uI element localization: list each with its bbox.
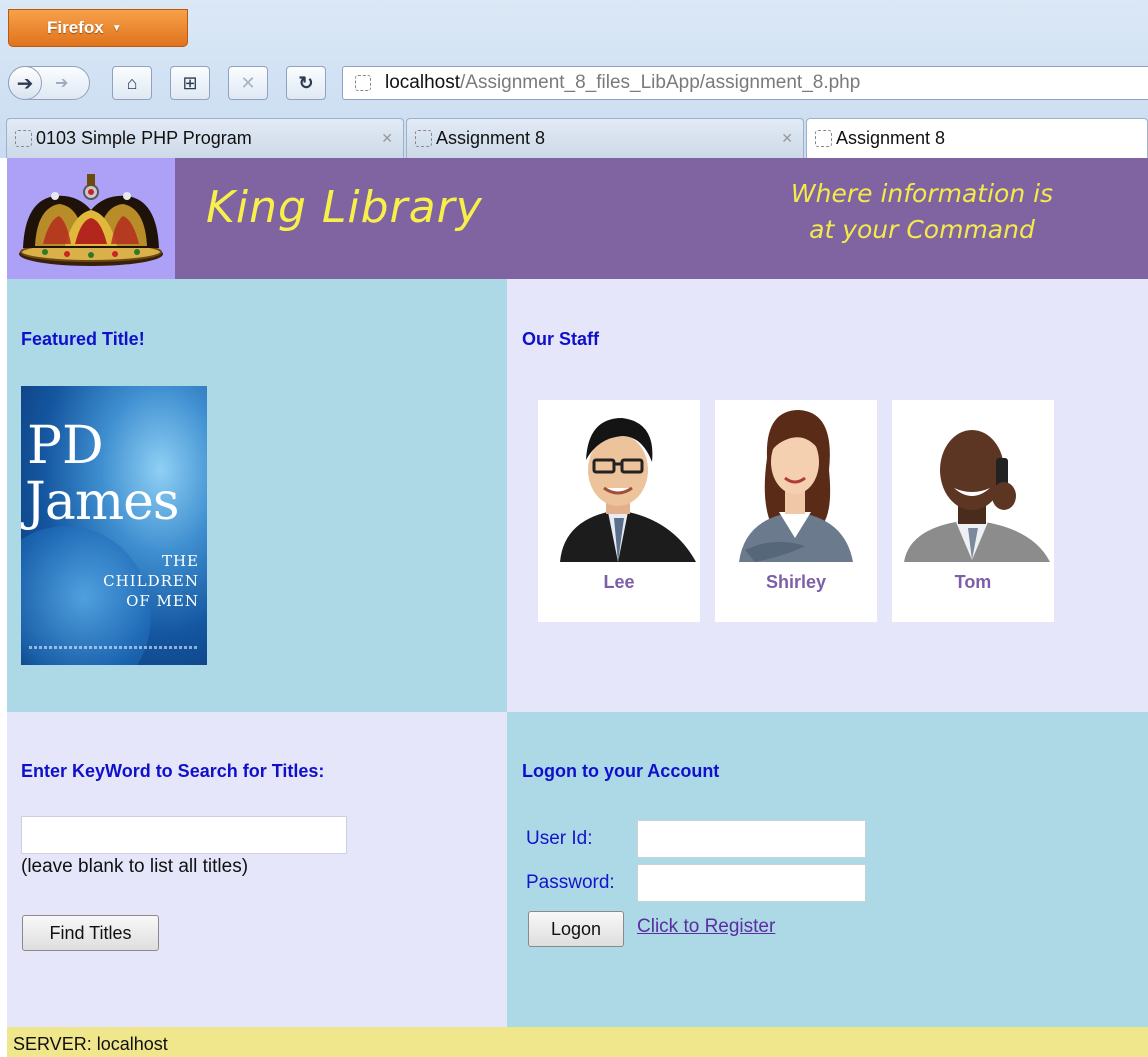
close-icon[interactable]: ✕ [781, 130, 793, 147]
firefox-menu-label: Firefox [47, 18, 104, 37]
staff-name-tom: Tom [954, 572, 992, 592]
book-author-line-2: James [25, 472, 180, 532]
crown-logo-icon [19, 174, 163, 266]
stop-icon[interactable]: ✕ [228, 66, 268, 100]
forward-arrow-icon[interactable]: ➔ [55, 73, 68, 93]
staff-card-shirley[interactable]: Shirley [715, 400, 877, 622]
server-footer: SERVER: localhost [7, 1027, 1148, 1057]
staff-photo-lee [538, 400, 700, 562]
search-hint: (leave blank to list all titles) [21, 856, 249, 877]
book-title-line-2: CHILDREN [103, 572, 199, 590]
home-icon[interactable]: ⌂ [112, 66, 152, 100]
new-tab-icon[interactable]: ⊞ [170, 66, 210, 100]
logon-button[interactable]: Logon [528, 911, 624, 947]
staff-heading: Our Staff [522, 329, 600, 349]
staff-name-shirley: Shirley [765, 572, 827, 592]
page-icon [415, 130, 432, 147]
back-forward-group: ➔ ➔ [8, 66, 90, 100]
register-link[interactable]: Click to Register [637, 916, 775, 938]
close-icon[interactable]: ✕ [381, 130, 393, 147]
staff-photo-shirley [715, 400, 877, 562]
tab-strip: 0103 Simple PHP Program ✕ Assignment 8 ✕… [0, 114, 1148, 158]
tab-assignment-8-active[interactable]: Assignment 8 [806, 118, 1148, 158]
url-host: localhost [385, 72, 460, 93]
tagline-line-2: at your Command [809, 215, 1035, 244]
url-path: /Assignment_8_files_LibApp/assignment_8.… [460, 72, 861, 93]
tab-assignment-8[interactable]: Assignment 8 ✕ [406, 118, 804, 158]
tab-simple-php[interactable]: 0103 Simple PHP Program ✕ [6, 118, 404, 158]
staff-name-lee: Lee [603, 572, 635, 592]
staff-card-lee[interactable]: Lee [538, 400, 700, 622]
featured-heading: Featured Title! [21, 329, 145, 349]
library-title: King Library [206, 182, 483, 233]
staff-photo-tom [892, 400, 1054, 562]
user-id-label: User Id: [526, 828, 593, 849]
password-field[interactable] [637, 864, 866, 902]
tab-label: 0103 Simple PHP Program [36, 128, 252, 148]
search-heading: Enter KeyWord to Search for Titles: [21, 761, 325, 781]
back-arrow-icon[interactable]: ➔ [8, 66, 42, 100]
book-author-line-1: PD [27, 416, 104, 476]
address-bar[interactable]: localhost/Assignment_8_files_LibApp/assi… [342, 66, 1148, 100]
logon-heading: Logon to your Account [522, 761, 720, 781]
navigation-toolbar: ➔ ➔ ⌂ ⊞ ✕ ↻ localhost/Assignment_8_files… [0, 60, 1148, 108]
library-tagline: Where information is at your Command [742, 176, 1102, 248]
reload-icon[interactable]: ↻ [286, 66, 326, 100]
featured-book-cover[interactable]: PD James THE CHILDREN OF MEN [21, 386, 207, 665]
page-icon [815, 130, 832, 147]
book-title-line-1: THE [161, 552, 199, 570]
firefox-menu-button[interactable]: Firefox ▼ [8, 9, 188, 47]
chevron-down-icon: ▼ [111, 22, 122, 34]
tab-label: Assignment 8 [436, 128, 546, 148]
tab-label: Assignment 8 [836, 128, 946, 148]
page-content: King Library Where information is at you… [7, 158, 1148, 1057]
browser-chrome: Firefox ▼ ➔ ➔ ⌂ ⊞ ✕ ↻ localhost/Assignme… [0, 0, 1148, 158]
keyword-search-input[interactable] [21, 816, 347, 854]
book-title-line-3: OF MEN [126, 592, 199, 610]
user-id-field[interactable] [637, 820, 866, 858]
password-label: Password: [526, 872, 615, 893]
page-icon [15, 130, 32, 147]
find-titles-button[interactable]: Find Titles [22, 915, 159, 951]
staff-card-tom[interactable]: Tom [892, 400, 1054, 622]
page-icon [355, 75, 371, 91]
header-banner: King Library Where information is at you… [7, 158, 1148, 279]
cover-fine-print [29, 646, 199, 649]
logo-panel [7, 158, 175, 279]
tagline-line-1: Where information is [790, 179, 1054, 208]
